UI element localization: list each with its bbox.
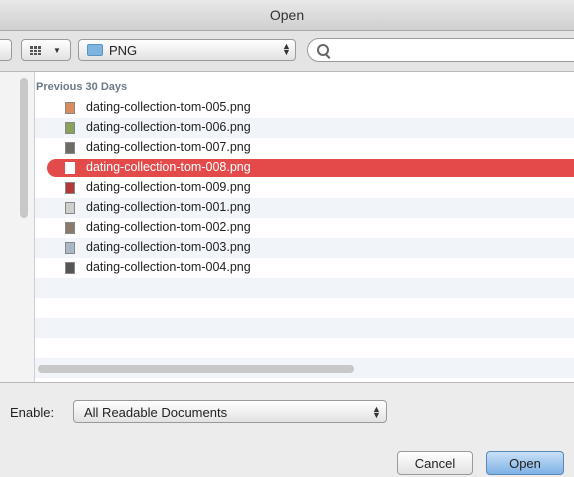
back-button[interactable] [0,39,12,61]
cancel-button-label: Cancel [414,456,456,471]
file-name: dating-collection-tom-009.png [86,180,251,194]
cancel-button[interactable]: Cancel [397,451,473,475]
folder-popup[interactable]: PNG ▲ ▼ [78,39,296,61]
folder-label: PNG [109,43,138,58]
enable-select[interactable]: All Readable Documents ▲ ▼ [73,400,387,423]
table-row[interactable]: dating-collection-tom-001.png [35,198,574,218]
image-file-icon [65,102,75,114]
table-row[interactable]: dating-collection-tom-004.png [35,258,574,278]
file-name: dating-collection-tom-004.png [86,260,251,274]
search-icon [317,44,329,56]
open-button-label: Open [509,456,541,471]
table-row[interactable]: dating-collection-tom-007.png [35,138,574,158]
table-row[interactable]: dating-collection-tom-009.png [35,178,574,198]
table-row[interactable]: dating-collection-tom-005.png [35,98,574,118]
enable-label: Enable: [10,405,55,420]
file-list: dating-collection-tom-005.png dating-coll… [35,98,574,378]
image-file-icon [65,202,75,214]
horizontal-scrollbar[interactable] [38,365,354,373]
title-bar: Open [0,0,574,31]
file-name: dating-collection-tom-002.png [86,220,251,234]
vertical-scrollbar[interactable] [20,78,28,218]
up-down-arrows-icon: ▲ ▼ [282,41,291,57]
file-name: dating-collection-tom-005.png [86,100,251,114]
file-name: dating-collection-tom-007.png [86,140,251,154]
window-title: Open [269,7,305,23]
table-row[interactable]: dating-collection-tom-006.png [35,118,574,138]
folder-icon [87,44,103,56]
file-name: dating-collection-tom-003.png [86,240,251,254]
up-down-arrows-icon: ▲ ▼ [372,404,381,420]
image-file-icon [65,122,75,134]
image-file-icon [65,222,75,234]
enable-select-value: All Readable Documents [84,405,228,420]
column-left-pane [0,72,35,382]
image-file-icon [65,242,75,254]
file-name: dating-collection-tom-006.png [86,120,251,134]
toolbar: ▼ PNG ▲ ▼ [0,31,574,71]
section-header: Previous 30 Days [36,81,128,93]
view-mode-button[interactable]: ▼ [21,39,71,61]
table-row[interactable] [35,318,574,338]
table-row[interactable] [35,338,574,358]
search-field[interactable] [307,38,574,62]
file-browser: Previous 30 Days dating-collection-tom-0… [0,71,574,383]
table-row[interactable]: dating-collection-tom-003.png [35,238,574,258]
file-name: dating-collection-tom-008.png [86,160,251,174]
table-row[interactable]: dating-collection-tom-008.png [35,158,574,178]
table-row[interactable] [35,278,574,298]
image-file-icon [65,162,75,174]
table-row[interactable]: dating-collection-tom-002.png [35,218,574,238]
chevron-down-icon: ▼ [53,46,61,55]
image-file-icon [65,262,75,274]
open-button[interactable]: Open [486,451,564,475]
image-file-icon [65,182,75,194]
file-name: dating-collection-tom-001.png [86,200,251,214]
icon-view-icon [30,46,41,55]
image-file-icon [65,142,75,154]
table-row[interactable] [35,298,574,318]
